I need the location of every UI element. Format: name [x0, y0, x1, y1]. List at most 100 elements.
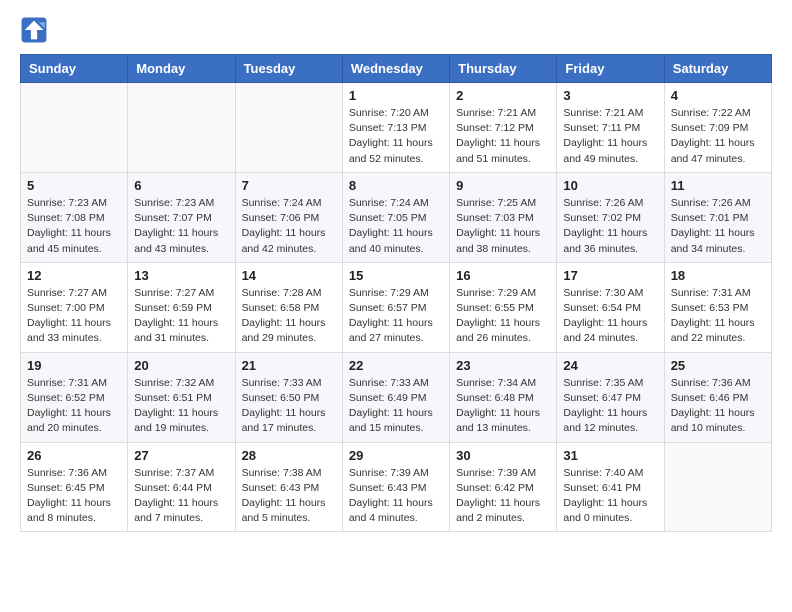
- calendar-cell: 8 Sunrise: 7:24 AM Sunset: 7:05 PM Daylig…: [342, 172, 449, 262]
- calendar: SundayMondayTuesdayWednesdayThursdayFrid…: [20, 54, 772, 532]
- day-number: 20: [134, 358, 228, 373]
- calendar-cell: 6Sunrise: 7:23 AM Sunset: 7:07 PM Daylig…: [128, 172, 235, 262]
- calendar-cell: 12 Sunrise: 7:27 AM Sunset: 7:00 PM Dayli…: [21, 262, 128, 352]
- day-number: 5: [27, 178, 121, 193]
- day-number: 7: [242, 178, 336, 193]
- calendar-cell: [235, 83, 342, 173]
- calendar-cell: 18Sunrise: 7:31 AM Sunset: 6:53 PM Dayli…: [664, 262, 771, 352]
- calendar-cell: 31 Sunrise: 7:40 AM Sunset: 6:41 PM Dayli…: [557, 442, 664, 532]
- day-info: Sunrise: 7:38 AM Sunset: 6:43 PM Dayligh…: [242, 466, 336, 527]
- logo: [20, 16, 52, 44]
- day-info: Sunrise: 7:23 AM Sunset: 7:08 PM Dayligh…: [27, 196, 121, 257]
- calendar-cell: 20 Sunrise: 7:32 AM Sunset: 6:51 PM Dayli…: [128, 352, 235, 442]
- day-info: Sunrise: 7:32 AM Sunset: 6:51 PM Dayligh…: [134, 376, 228, 437]
- calendar-cell: 19Sunrise: 7:31 AM Sunset: 6:52 PM Dayli…: [21, 352, 128, 442]
- header: [20, 16, 772, 44]
- day-info: Sunrise: 7:33 AM Sunset: 6:49 PM Dayligh…: [349, 376, 443, 437]
- day-number: 8: [349, 178, 443, 193]
- day-number: 1: [349, 88, 443, 103]
- calendar-header-friday: Friday: [557, 55, 664, 83]
- calendar-cell: 15 Sunrise: 7:29 AM Sunset: 6:57 PM Dayli…: [342, 262, 449, 352]
- day-number: 2: [456, 88, 550, 103]
- calendar-cell: 10 Sunrise: 7:26 AM Sunset: 7:02 PM Dayli…: [557, 172, 664, 262]
- calendar-cell: 25Sunrise: 7:36 AM Sunset: 6:46 PM Dayli…: [664, 352, 771, 442]
- day-number: 18: [671, 268, 765, 283]
- day-number: 16: [456, 268, 550, 283]
- calendar-cell: 27Sunrise: 7:37 AM Sunset: 6:44 PM Dayli…: [128, 442, 235, 532]
- day-info: Sunrise: 7:40 AM Sunset: 6:41 PM Dayligh…: [563, 466, 657, 527]
- calendar-cell: 28 Sunrise: 7:38 AM Sunset: 6:43 PM Dayli…: [235, 442, 342, 532]
- calendar-cell: 23 Sunrise: 7:34 AM Sunset: 6:48 PM Dayli…: [450, 352, 557, 442]
- day-info: Sunrise: 7:34 AM Sunset: 6:48 PM Dayligh…: [456, 376, 550, 437]
- calendar-cell: 26 Sunrise: 7:36 AM Sunset: 6:45 PM Dayli…: [21, 442, 128, 532]
- day-info: Sunrise: 7:21 AM Sunset: 7:12 PM Dayligh…: [456, 106, 550, 167]
- logo-icon: [20, 16, 48, 44]
- day-number: 10: [563, 178, 657, 193]
- calendar-header-saturday: Saturday: [664, 55, 771, 83]
- calendar-cell: 14 Sunrise: 7:28 AM Sunset: 6:58 PM Dayli…: [235, 262, 342, 352]
- calendar-week-4: 19Sunrise: 7:31 AM Sunset: 6:52 PM Dayli…: [21, 352, 772, 442]
- calendar-header-wednesday: Wednesday: [342, 55, 449, 83]
- day-number: 29: [349, 448, 443, 463]
- calendar-cell: [21, 83, 128, 173]
- calendar-week-1: 1 Sunrise: 7:20 AM Sunset: 7:13 PM Daylig…: [21, 83, 772, 173]
- page: SundayMondayTuesdayWednesdayThursdayFrid…: [0, 0, 792, 548]
- day-number: 26: [27, 448, 121, 463]
- calendar-week-3: 12 Sunrise: 7:27 AM Sunset: 7:00 PM Dayli…: [21, 262, 772, 352]
- day-info: Sunrise: 7:30 AM Sunset: 6:54 PM Dayligh…: [563, 286, 657, 347]
- day-number: 9: [456, 178, 550, 193]
- day-info: Sunrise: 7:21 AM Sunset: 7:11 PM Dayligh…: [563, 106, 657, 167]
- day-info: Sunrise: 7:39 AM Sunset: 6:42 PM Dayligh…: [456, 466, 550, 527]
- day-number: 17: [563, 268, 657, 283]
- day-number: 28: [242, 448, 336, 463]
- day-info: Sunrise: 7:20 AM Sunset: 7:13 PM Dayligh…: [349, 106, 443, 167]
- day-number: 24: [563, 358, 657, 373]
- calendar-header-row: SundayMondayTuesdayWednesdayThursdayFrid…: [21, 55, 772, 83]
- calendar-cell: 29Sunrise: 7:39 AM Sunset: 6:43 PM Dayli…: [342, 442, 449, 532]
- calendar-cell: 24 Sunrise: 7:35 AM Sunset: 6:47 PM Dayli…: [557, 352, 664, 442]
- calendar-cell: 5 Sunrise: 7:23 AM Sunset: 7:08 PM Daylig…: [21, 172, 128, 262]
- day-number: 19: [27, 358, 121, 373]
- day-info: Sunrise: 7:29 AM Sunset: 6:55 PM Dayligh…: [456, 286, 550, 347]
- day-info: Sunrise: 7:33 AM Sunset: 6:50 PM Dayligh…: [242, 376, 336, 437]
- day-number: 3: [563, 88, 657, 103]
- day-info: Sunrise: 7:27 AM Sunset: 6:59 PM Dayligh…: [134, 286, 228, 347]
- calendar-cell: 7 Sunrise: 7:24 AM Sunset: 7:06 PM Daylig…: [235, 172, 342, 262]
- calendar-cell: 1 Sunrise: 7:20 AM Sunset: 7:13 PM Daylig…: [342, 83, 449, 173]
- calendar-week-5: 26 Sunrise: 7:36 AM Sunset: 6:45 PM Dayli…: [21, 442, 772, 532]
- calendar-cell: [128, 83, 235, 173]
- day-info: Sunrise: 7:24 AM Sunset: 7:06 PM Dayligh…: [242, 196, 336, 257]
- day-number: 6: [134, 178, 228, 193]
- calendar-week-2: 5 Sunrise: 7:23 AM Sunset: 7:08 PM Daylig…: [21, 172, 772, 262]
- day-number: 4: [671, 88, 765, 103]
- day-number: 14: [242, 268, 336, 283]
- day-info: Sunrise: 7:24 AM Sunset: 7:05 PM Dayligh…: [349, 196, 443, 257]
- day-number: 12: [27, 268, 121, 283]
- calendar-header-monday: Monday: [128, 55, 235, 83]
- calendar-cell: 22 Sunrise: 7:33 AM Sunset: 6:49 PM Dayli…: [342, 352, 449, 442]
- calendar-cell: 13 Sunrise: 7:27 AM Sunset: 6:59 PM Dayli…: [128, 262, 235, 352]
- day-info: Sunrise: 7:26 AM Sunset: 7:02 PM Dayligh…: [563, 196, 657, 257]
- day-number: 23: [456, 358, 550, 373]
- calendar-header-sunday: Sunday: [21, 55, 128, 83]
- calendar-cell: 4 Sunrise: 7:22 AM Sunset: 7:09 PM Daylig…: [664, 83, 771, 173]
- day-number: 13: [134, 268, 228, 283]
- day-number: 15: [349, 268, 443, 283]
- day-info: Sunrise: 7:28 AM Sunset: 6:58 PM Dayligh…: [242, 286, 336, 347]
- day-number: 27: [134, 448, 228, 463]
- day-number: 31: [563, 448, 657, 463]
- day-info: Sunrise: 7:25 AM Sunset: 7:03 PM Dayligh…: [456, 196, 550, 257]
- calendar-cell: 17 Sunrise: 7:30 AM Sunset: 6:54 PM Dayli…: [557, 262, 664, 352]
- day-info: Sunrise: 7:36 AM Sunset: 6:45 PM Dayligh…: [27, 466, 121, 527]
- day-info: Sunrise: 7:22 AM Sunset: 7:09 PM Dayligh…: [671, 106, 765, 167]
- day-info: Sunrise: 7:27 AM Sunset: 7:00 PM Dayligh…: [27, 286, 121, 347]
- calendar-cell: 3 Sunrise: 7:21 AM Sunset: 7:11 PM Daylig…: [557, 83, 664, 173]
- day-info: Sunrise: 7:29 AM Sunset: 6:57 PM Dayligh…: [349, 286, 443, 347]
- day-number: 21: [242, 358, 336, 373]
- day-number: 22: [349, 358, 443, 373]
- day-number: 25: [671, 358, 765, 373]
- calendar-cell: 21 Sunrise: 7:33 AM Sunset: 6:50 PM Dayli…: [235, 352, 342, 442]
- calendar-header-tuesday: Tuesday: [235, 55, 342, 83]
- day-info: Sunrise: 7:35 AM Sunset: 6:47 PM Dayligh…: [563, 376, 657, 437]
- calendar-cell: 16 Sunrise: 7:29 AM Sunset: 6:55 PM Dayli…: [450, 262, 557, 352]
